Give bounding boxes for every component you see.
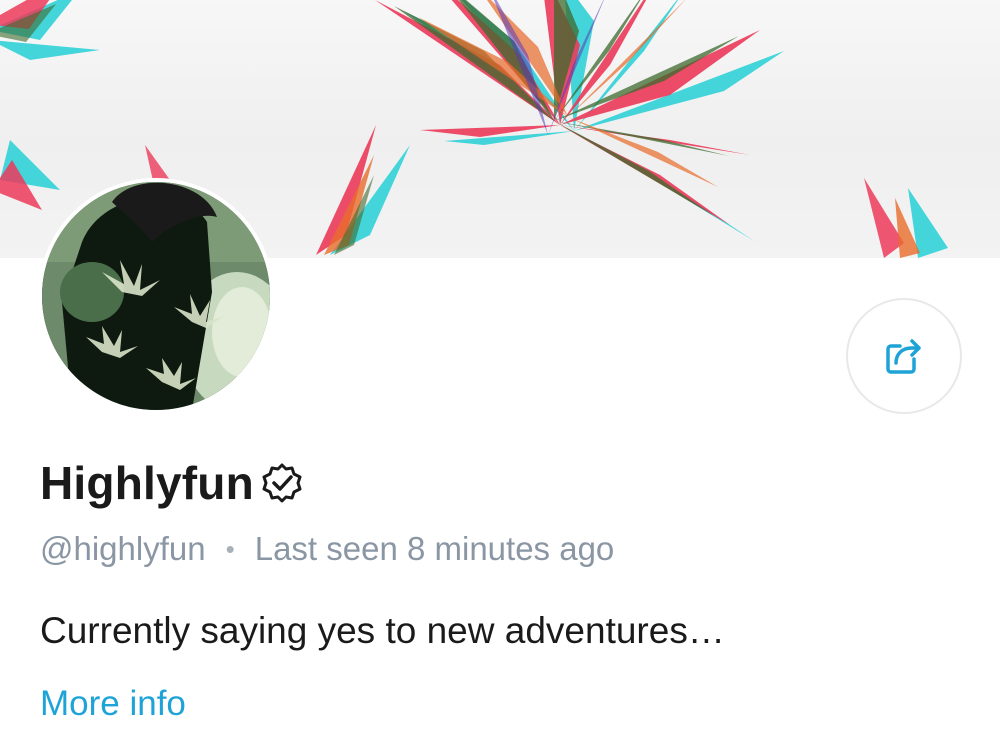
last-seen-status: Last seen 8 minutes ago [254,530,615,567]
share-icon [886,339,921,374]
profile-bio: Currently saying yes to new adventures… [40,610,725,651]
meta-separator: • [225,533,235,564]
avatar-photo [42,182,270,410]
more-info-link[interactable]: More info [40,684,186,724]
share-button[interactable] [846,298,962,414]
verified-badge-icon [262,463,302,503]
username: @highlyfun [40,530,206,567]
profile-meta: @highlyfun • Last seen 8 minutes ago [40,530,614,568]
avatar[interactable] [38,178,274,414]
display-name: Highlyfun [40,457,254,509]
profile-name-row: Highlyfun [40,456,304,510]
profile-page: Highlyfun @highlyfun • Last seen 8 minut… [0,0,1000,750]
